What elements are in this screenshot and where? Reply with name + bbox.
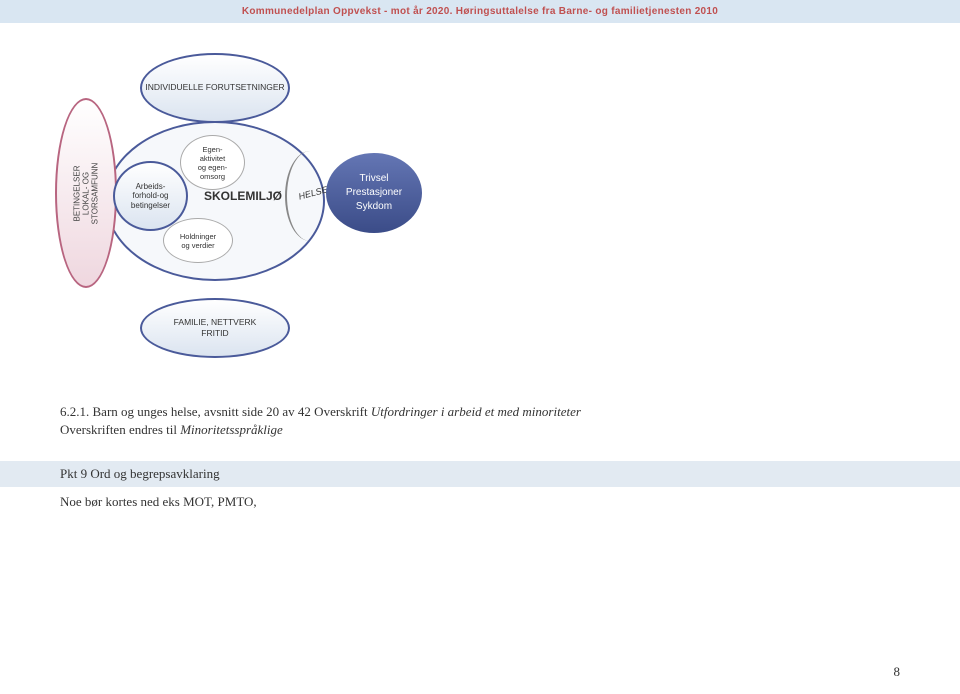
label-egen: Egen-aktivitetog egen-omsorg (198, 145, 228, 181)
body-line1: 6.2.1. Barn og unges helse, avsnitt side… (60, 404, 371, 419)
ellipse-individuelle: INDIVIDUELLE FORUTSETNINGER (140, 53, 290, 123)
page-header: Kommunedelplan Oppvekst - mot år 2020. H… (0, 0, 960, 23)
label-betingelser: BETINGELSERLOKAL- OGSTORSAMFUNN (73, 162, 100, 224)
page-number-value: 8 (894, 664, 901, 679)
label-holdninger: Holdningerog verdier (180, 232, 216, 250)
ellipse-arbeid: Arbeids-forhold-ogbetingelser (113, 161, 188, 231)
body-paragraph-1: 6.2.1. Barn og unges helse, avsnitt side… (0, 393, 960, 439)
body-paragraph-2: Noe bør kortes ned eks MOT, PMTO, (0, 487, 960, 511)
body-line2b: Minoritetsspråklige (180, 422, 283, 437)
label-helse: HELSE (297, 184, 328, 201)
ellipse-familie: FAMILIE, NETTVERKFRITID (140, 298, 290, 358)
ellipse-trivsel: TrivselPrestasjonerSykdom (326, 153, 422, 233)
ellipse-holdninger: Holdningerog verdier (163, 218, 233, 263)
label-trivsel: TrivselPrestasjonerSykdom (346, 172, 402, 214)
body-line3: Noe bør kortes ned eks MOT, PMTO, (60, 494, 257, 509)
section-heading-text: Pkt 9 Ord og begrepsavklaring (60, 466, 220, 481)
body-line1-italic: Utfordringer i arbeid et med minoriteter (371, 404, 581, 419)
label-skolemiljo: SKOLEMILJØ (188, 181, 298, 211)
page-number: 8 (894, 664, 901, 680)
label-individuelle: INDIVIDUELLE FORUTSETNINGER (145, 82, 284, 93)
label-familie: FAMILIE, NETTVERKFRITID (174, 317, 257, 339)
text-skolemiljo: SKOLEMILJØ (204, 189, 282, 203)
body-line2a: Overskriften endres til (60, 422, 180, 437)
section-heading-pkt9: Pkt 9 Ord og begrepsavklaring (0, 461, 960, 487)
label-arbeid: Arbeids-forhold-ogbetingelser (131, 182, 170, 211)
header-title: Kommunedelplan Oppvekst - mot år 2020. H… (242, 6, 718, 17)
diagram: BETINGELSERLOKAL- OGSTORSAMFUNN INDIVIDU… (30, 33, 470, 373)
ellipse-betingelser: BETINGELSERLOKAL- OGSTORSAMFUNN (55, 98, 117, 288)
